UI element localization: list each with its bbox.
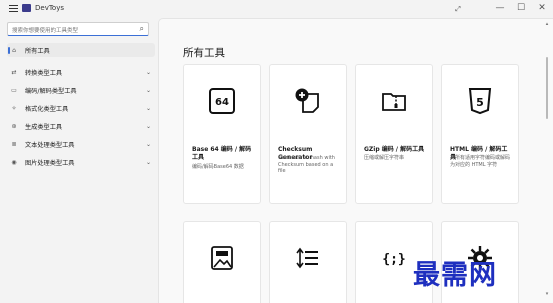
sidebar-item-label: 生成类型工具 <box>25 123 63 131</box>
sidebar-item-label: 格式化类型工具 <box>25 105 69 113</box>
sidebar-item-formatters[interactable]: ✧ 格式化类型工具 ⌄ <box>7 101 155 115</box>
sidebar-item-label: 编码/解码类型工具 <box>25 87 77 95</box>
minimize-button[interactable]: — <box>493 2 507 14</box>
chevron-down-icon[interactable]: ⌄ <box>146 141 151 148</box>
image-converter-icon <box>211 246 233 270</box>
svg-text:64: 64 <box>215 97 229 108</box>
chevron-down-icon[interactable]: ⌄ <box>146 87 151 94</box>
scroll-up-icon[interactable]: ▴ <box>544 21 550 27</box>
sidebar-item-generators[interactable]: ⊛ 生成类型工具 ⌄ <box>7 119 155 133</box>
card-description: 压缩或解压字符串 <box>364 155 405 161</box>
zip-icon <box>382 93 406 111</box>
text-icon: ≣ <box>11 140 17 148</box>
close-button[interactable]: ✕ <box>535 2 549 14</box>
svg-text:5: 5 <box>476 96 484 109</box>
sidebar-item-all-tools[interactable]: ⌂ 所有工具 <box>7 43 155 57</box>
search-input[interactable]: 搜索你想要使用的工具类型 ⌕ <box>7 22 149 36</box>
sidebar-item-text[interactable]: ≣ 文本处理类型工具 ⌄ <box>7 137 155 151</box>
image-icon: ◉ <box>11 158 17 166</box>
card-title: GZip 编码 / 解码工具 <box>364 146 425 153</box>
sidebar-item-label: 转换类型工具 <box>25 69 63 77</box>
card-description: 将所有适用字符编码或解码为对应的 HTML 字符 <box>450 155 511 168</box>
sidebar-item-encoders[interactable]: ▭ 编码/解码类型工具 ⌄ <box>7 83 155 97</box>
window-title: DevToys <box>35 4 64 12</box>
checksum-icon <box>295 88 319 113</box>
title-bar: DevToys ⤢ — ☐ ✕ <box>0 0 553 18</box>
chevron-down-icon[interactable]: ⌄ <box>146 105 151 112</box>
maximize-button[interactable]: ☐ <box>514 2 528 14</box>
chevron-down-icon[interactable]: ⌄ <box>146 123 151 130</box>
card-title: Base 64 编码 / 解码工具 <box>192 146 252 161</box>
sidebar-item-graphic[interactable]: ◉ 图片处理类型工具 ⌄ <box>7 155 155 169</box>
tool-card-indent[interactable] <box>269 221 347 303</box>
page-title: 所有工具 <box>183 47 225 59</box>
sidebar-item-converters[interactable]: ⇄ 转换类型工具 ⌄ <box>7 65 155 79</box>
chevron-down-icon[interactable]: ⌄ <box>146 69 151 76</box>
encoder-icon: ▭ <box>11 86 17 94</box>
sidebar-item-label: 文本处理类型工具 <box>25 141 75 149</box>
sidebar-item-label: 图片处理类型工具 <box>25 159 75 167</box>
chevron-down-icon[interactable]: ⌄ <box>146 159 151 166</box>
svg-text:{;}: {;} <box>382 252 405 267</box>
tool-card-image-converter[interactable] <box>183 221 261 303</box>
watermark: 最需网 <box>413 260 497 291</box>
search-icon[interactable]: ⌕ <box>140 24 144 34</box>
tool-card-html[interactable]: 5 HTML 编码 / 解码工具 将所有适用字符编码或解码为对应的 HTML 字… <box>441 64 519 204</box>
indent-icon <box>296 247 318 269</box>
converter-icon: ⇄ <box>11 68 17 76</box>
menu-icon[interactable] <box>9 5 18 12</box>
tool-card-gzip[interactable]: GZip 编码 / 解码工具 压缩或解压字符串 <box>355 64 433 204</box>
home-icon: ⌂ <box>12 46 16 54</box>
card-description: 编码/解码Base64 数据 <box>192 164 244 170</box>
sidebar-item-label: 所有工具 <box>25 47 50 55</box>
card-description: Generate an hash with Checksum based on … <box>278 155 335 174</box>
json-icon: {;} <box>382 252 405 267</box>
formatter-icon: ✧ <box>11 104 17 112</box>
base64-icon: 64 <box>209 88 235 114</box>
scroll-down-icon[interactable]: ▾ <box>544 291 550 297</box>
scrollbar-thumb[interactable] <box>546 57 548 119</box>
compact-overlay-icon[interactable]: ⤢ <box>451 3 465 15</box>
app-logo-icon <box>22 4 31 12</box>
search-placeholder: 搜索你想要使用的工具类型 <box>12 28 79 34</box>
tool-card-base64[interactable]: 64 Base 64 编码 / 解码工具 编码/解码Base64 数据 <box>183 64 261 204</box>
html5-icon: 5 <box>468 88 492 115</box>
tool-card-checksum[interactable]: Checksum Generator Generate an hash with… <box>269 64 347 204</box>
generator-icon: ⊛ <box>11 122 17 130</box>
